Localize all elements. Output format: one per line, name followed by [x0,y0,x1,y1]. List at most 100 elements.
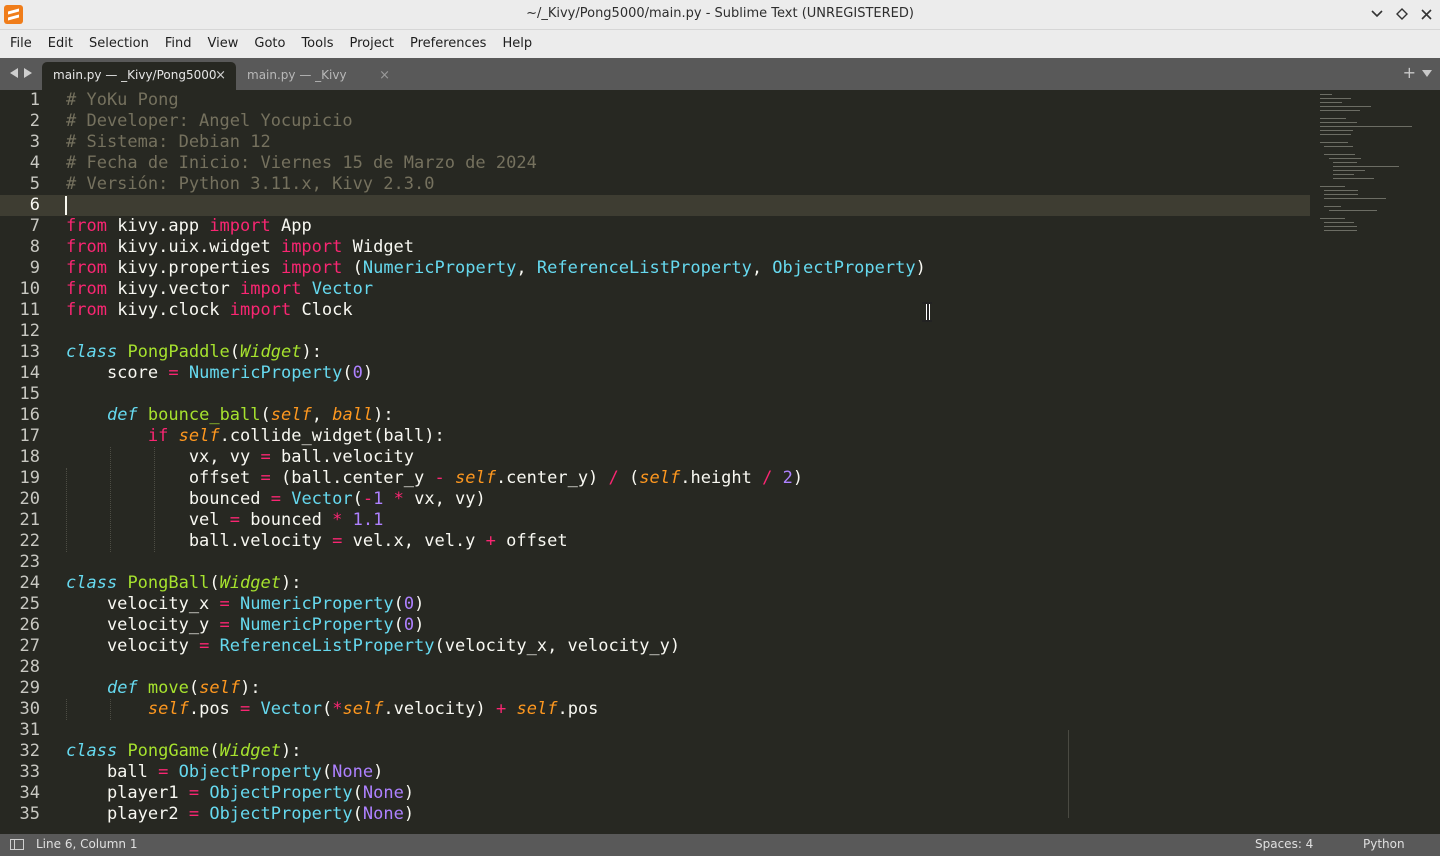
tab-bar: main.py — _Kivy/Pong5000 × main.py — _Ki… [0,58,1440,90]
code-line[interactable]: ​ [66,384,926,405]
code-line[interactable]: # Sistema: Debian 12 [66,132,926,153]
code-line[interactable]: ​ [66,195,926,216]
minimap-line [1324,154,1356,155]
menu-selection[interactable]: Selection [81,30,157,58]
minimap-line [1320,118,1347,119]
code-line[interactable]: ​ [66,720,926,741]
tab-nav-left-icon[interactable] [10,68,18,78]
close-icon [1420,8,1432,20]
code-line[interactable]: def bounce_ball(self, ball): [66,405,926,426]
menu-preferences[interactable]: Preferences [402,30,494,58]
line-number: 18 [19,447,40,467]
code-line[interactable]: class PongGame(Widget): [66,741,926,762]
code-line[interactable]: def move(self): [66,678,926,699]
code-line[interactable]: ​ [66,321,926,342]
menu-goto[interactable]: Goto [246,30,293,58]
menu-file[interactable]: File [2,30,40,58]
code-line[interactable]: from kivy.app import App [66,216,926,237]
minimap-line [1320,218,1346,219]
menu-help[interactable]: Help [494,30,540,58]
code-line[interactable]: bounced = Vector(-1 * vx, vy) [66,489,926,510]
tab-menu-icon[interactable] [1422,70,1432,77]
line-number: 22 [19,531,40,551]
code-line[interactable]: velocity_y = NumericProperty(0) [66,615,926,636]
code-line[interactable]: ball = ObjectProperty(None) [66,762,926,783]
menu-edit[interactable]: Edit [40,30,81,58]
code-line[interactable]: from kivy.clock import Clock [66,300,926,321]
code-line[interactable]: vx, vy = ball.velocity [66,447,926,468]
minimap-line [1328,158,1361,159]
minimap[interactable] [1316,90,1440,260]
menu-bar: File Edit Selection Find View Goto Tools… [0,30,1440,58]
minimap-line [1333,178,1374,179]
line-number: 9 [29,258,40,278]
code-line[interactable]: offset = (ball.center_y - self.center_y)… [66,468,926,489]
panel-toggle-icon[interactable] [10,839,24,850]
minimap-line [1320,126,1413,127]
minimap-line [1324,226,1358,227]
syntax-selector[interactable]: Python [1363,837,1405,851]
code-line[interactable]: if self.collide_widget(ball): [66,426,926,447]
menu-find[interactable]: Find [157,30,200,58]
code-line[interactable]: # Versión: Python 3.11.x, Kivy 2.3.0 [66,174,926,195]
line-number: 16 [19,405,40,425]
code-line[interactable]: # YoKu Pong [66,90,926,111]
code-line[interactable]: ball.velocity = vel.x, vel.y + offset [66,531,926,552]
indentation-setting[interactable]: Spaces: 4 [1255,837,1313,851]
minimize-button[interactable] [1367,4,1387,24]
line-number: 21 [19,510,40,530]
maximize-button[interactable] [1392,4,1412,24]
line-number: 28 [19,657,40,677]
line-number: 24 [19,573,40,593]
code-line[interactable]: class PongBall(Widget): [66,573,926,594]
tab-main-kivy[interactable]: main.py — _Kivy × [236,62,404,90]
line-number: 30 [19,699,40,719]
code-line[interactable]: # Developer: Angel Yocupicio [66,111,926,132]
menu-project[interactable]: Project [341,30,401,58]
line-number: 1 [29,90,40,110]
code-line[interactable]: # Fecha de Inicio: Viernes 15 de Marzo d… [66,153,926,174]
menu-tools[interactable]: Tools [293,30,341,58]
text-cursor [65,196,67,215]
new-tab-icon[interactable]: + [1403,63,1416,82]
line-number: 33 [19,762,40,782]
minimap-line [1333,170,1366,171]
line-number: 32 [19,741,40,761]
tab-close-icon[interactable]: × [215,62,226,89]
code-line[interactable]: ​ [66,552,926,573]
tab-close-icon[interactable]: × [379,62,390,89]
vertical-ruler [1068,730,1069,818]
close-window-button[interactable] [1416,4,1436,24]
cursor-position[interactable]: Line 6, Column 1 [36,837,138,851]
code-line[interactable]: ​ [66,657,926,678]
code-editor[interactable]: 1 2 3 4 5 6 7 8 9 10 11 12 13 14 15 16 1… [0,90,1440,834]
menu-view[interactable]: View [200,30,247,58]
minimap-line [1324,222,1355,223]
line-number: 25 [19,594,40,614]
line-number: 20 [19,489,40,509]
code-line[interactable]: score = NumericProperty(0) [66,363,926,384]
code-line[interactable]: player1 = ObjectProperty(None) [66,783,926,804]
minimap-line [1320,186,1346,187]
tab-nav-right-icon[interactable] [24,68,32,78]
tab-main-pong5000[interactable]: main.py — _Kivy/Pong5000 × [42,62,236,90]
minimap-line [1333,174,1355,175]
code-area[interactable]: # YoKu Pong # Developer: Angel Yocupicio #… [66,90,926,825]
code-line[interactable]: vel = bounced * 1.1 [66,510,926,531]
code-line[interactable]: self.pos = Vector(*self.velocity) + self… [66,699,926,720]
code-line[interactable]: from kivy.uix.widget import Widget [66,237,926,258]
line-number: 34 [19,783,40,803]
code-line[interactable]: from kivy.vector import Vector [66,279,926,300]
code-line[interactable]: from kivy.properties import (NumericProp… [66,258,926,279]
minimap-line [1324,194,1359,195]
line-number: 3 [29,132,40,152]
line-number: 14 [19,363,40,383]
code-line[interactable]: velocity_x = NumericProperty(0) [66,594,926,615]
minimap-line [1320,106,1371,107]
code-line[interactable]: player2 = ObjectProperty(None) [66,804,926,825]
code-line[interactable]: velocity = ReferenceListProperty(velocit… [66,636,926,657]
line-number: 11 [19,300,40,320]
chevron-down-icon [1371,10,1383,18]
minimap-line [1320,142,1348,143]
code-line[interactable]: class PongPaddle(Widget): [66,342,926,363]
